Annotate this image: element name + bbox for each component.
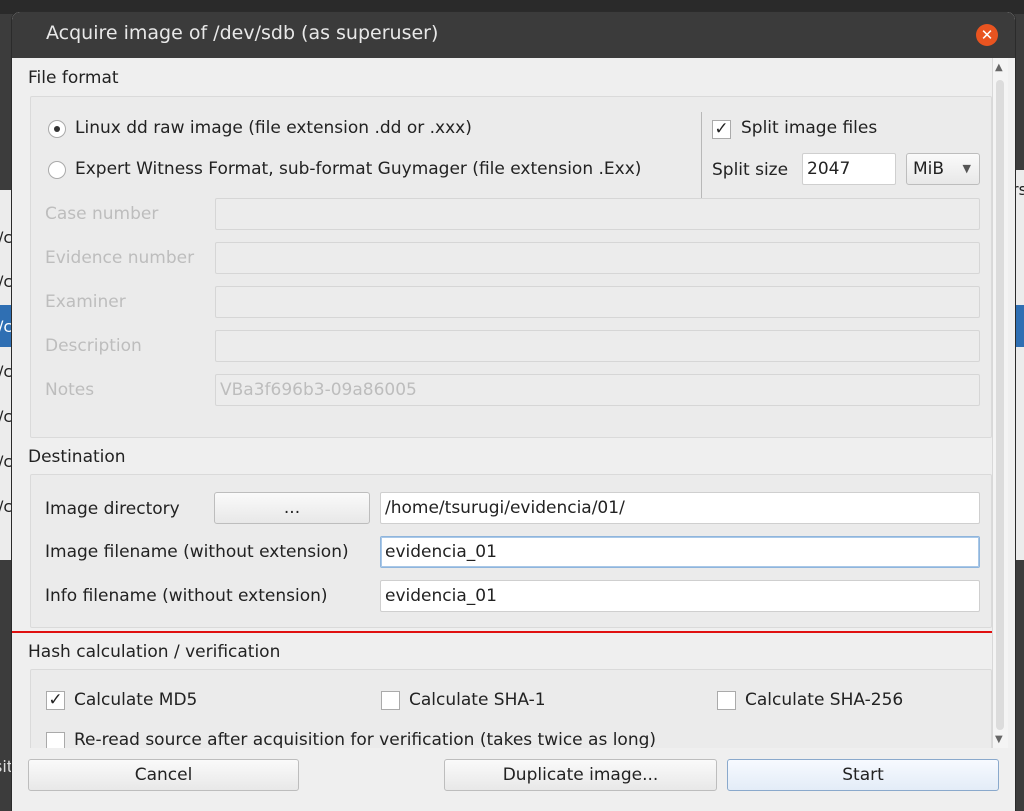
dialog-content: File format Linux dd raw image (file ext… xyxy=(12,58,992,748)
info-filename-label: Info filename (without extension) xyxy=(45,586,328,606)
browse-directory-button[interactable]: ... xyxy=(214,492,370,524)
split-size-input[interactable] xyxy=(802,153,896,185)
scroll-down-icon[interactable]: ▼ xyxy=(995,734,1003,745)
acquire-image-dialog: Acquire image of /dev/sdb (as superuser)… xyxy=(12,12,1015,811)
hash-highlight-box xyxy=(12,631,992,748)
destination-title: Destination xyxy=(28,447,126,467)
start-button[interactable]: Start xyxy=(727,759,999,791)
dialog-footer: Cancel Duplicate image... Start xyxy=(12,748,1015,811)
image-directory-input[interactable] xyxy=(380,492,980,524)
image-filename-label: Image filename (without extension) xyxy=(45,542,349,562)
ewf-format-label[interactable]: Expert Witness Format, sub-format Guymag… xyxy=(75,159,641,179)
background-text: /c xyxy=(0,362,13,381)
split-size-label: Split size xyxy=(712,160,789,180)
background-text: /c xyxy=(0,497,13,516)
background-selected-row-right xyxy=(1015,305,1024,347)
file-format-title: File format xyxy=(28,68,119,88)
dialog-scrollbar[interactable]: ▲ ▼ xyxy=(992,58,1008,748)
image-filename-input[interactable] xyxy=(380,536,980,568)
ewf-format-radio[interactable] xyxy=(48,161,66,179)
scroll-thumb[interactable] xyxy=(996,80,1004,730)
evidence-number-label: Evidence number xyxy=(45,248,195,268)
evidence-number-input xyxy=(215,242,980,274)
image-directory-label: Image directory xyxy=(45,499,180,519)
scroll-up-icon[interactable]: ▲ xyxy=(995,62,1003,73)
info-filename-input[interactable] xyxy=(380,580,980,612)
background-text: /c xyxy=(0,228,13,247)
notes-label: Notes xyxy=(45,380,95,400)
title-bar: Acquire image of /dev/sdb (as superuser)… xyxy=(12,12,1015,58)
notes-input xyxy=(215,374,980,406)
split-image-checkbox[interactable]: ✓ xyxy=(712,120,731,139)
description-input xyxy=(215,330,980,362)
format-separator xyxy=(701,112,702,198)
dialog-title: Acquire image of /dev/sdb (as superuser) xyxy=(46,22,439,44)
case-number-label: Case number xyxy=(45,204,159,224)
case-number-input xyxy=(215,198,980,230)
split-image-label[interactable]: Split image files xyxy=(741,118,877,138)
close-icon[interactable]: ✕ xyxy=(976,24,998,46)
cancel-button[interactable]: Cancel xyxy=(28,759,299,791)
chevron-down-icon: ▼ xyxy=(962,162,971,175)
examiner-input xyxy=(215,286,980,318)
background-text: /c xyxy=(0,452,13,471)
background-text: /c xyxy=(0,272,13,291)
split-unit-select[interactable]: MiB ▼ xyxy=(906,153,980,185)
description-label: Description xyxy=(45,336,142,356)
background-text: /c xyxy=(0,407,13,426)
examiner-label: Examiner xyxy=(45,292,126,312)
split-unit-value: MiB xyxy=(913,159,945,179)
duplicate-image-button[interactable]: Duplicate image... xyxy=(444,759,717,791)
dd-format-label[interactable]: Linux dd raw image (file extension .dd o… xyxy=(75,118,472,138)
background-right-strip xyxy=(1015,170,1024,560)
background-text: /c xyxy=(0,317,13,336)
dd-format-radio[interactable] xyxy=(48,120,66,138)
